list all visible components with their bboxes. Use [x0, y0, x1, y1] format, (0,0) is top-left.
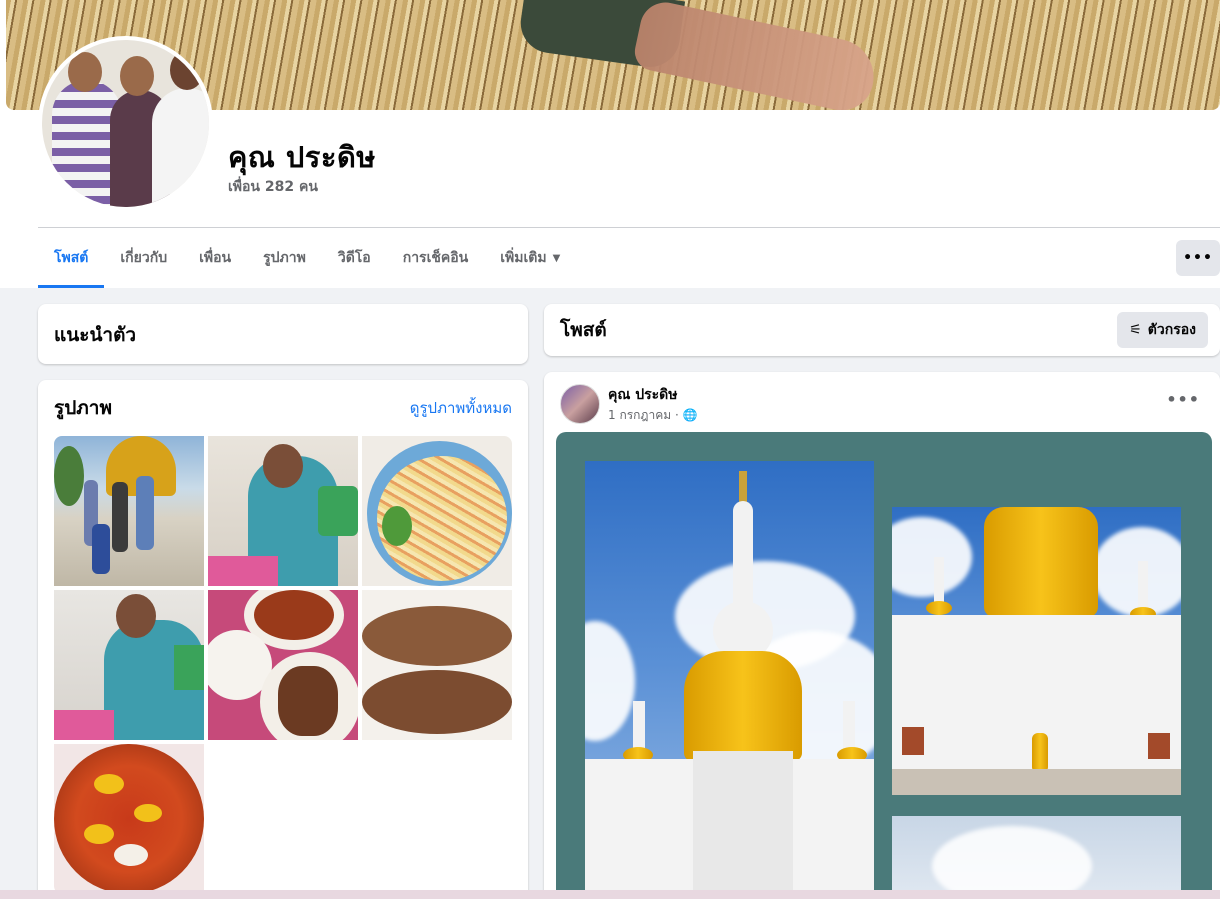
tab-label: เพื่อน [199, 250, 232, 266]
post-timestamp[interactable]: 1 กรกฎาคม · 🌐 [608, 406, 698, 425]
post-card: คุณ ประดิษ 1 กรกฎาคม · 🌐 ••• [544, 372, 1220, 899]
photo-thumbnail[interactable] [362, 590, 512, 740]
avatar-person-3 [152, 88, 209, 207]
filter-button[interactable]: ⚟ ตัวกรอง [1117, 312, 1208, 348]
tab-label: เกี่ยวกับ [120, 250, 168, 266]
tab-posts[interactable]: โพสต์ [38, 228, 105, 288]
tab-photos[interactable]: รูปภาพ [247, 228, 322, 288]
post-author-name[interactable]: คุณ ประดิษ [608, 384, 677, 406]
avatar-head-3 [170, 50, 204, 90]
photos-card: รูปภาพ ดูรูปภาพทั้งหมด [38, 380, 528, 899]
photo-thumbnail[interactable] [54, 590, 204, 740]
photo-thumbnail[interactable] [208, 590, 358, 740]
photo-thumbnail[interactable] [362, 436, 512, 586]
tab-videos[interactable]: วิดีโอ [322, 228, 387, 288]
tab-checkins[interactable]: การเช็คอิน [387, 228, 485, 288]
tab-more[interactable]: เพิ่มเติม ▼ [484, 228, 576, 288]
tab-label: วิดีโอ [337, 250, 371, 266]
profile-header: คุณ ประดิษ เพื่อน 282 คน โพสต์ เกี่ยวกับ… [0, 0, 1220, 288]
friends-count[interactable]: เพื่อน 282 คน [228, 176, 318, 198]
profile-more-button[interactable]: ••• [1176, 240, 1220, 276]
tab-label: การเช็คอิน [402, 250, 469, 266]
intro-card: แนะนำตัว [38, 304, 528, 364]
profile-avatar[interactable] [38, 36, 213, 211]
photo-grid [54, 436, 512, 894]
avatar-head-2 [120, 56, 154, 96]
posts-header-card: โพสต์ ⚟ ตัวกรอง [544, 304, 1220, 356]
tab-label: เพิ่มเติม [500, 250, 547, 266]
photos-title: รูปภาพ [54, 397, 112, 419]
posts-title: โพสต์ [560, 319, 607, 341]
intro-title: แนะนำตัว [54, 324, 137, 346]
photo-thumbnail[interactable] [54, 744, 204, 894]
chevron-down-icon: ▼ [552, 252, 561, 264]
photo-thumbnail[interactable] [54, 436, 204, 586]
post-photo-main[interactable] [585, 461, 874, 899]
bottom-edge [0, 890, 1220, 899]
post-photo-side-1[interactable] [892, 507, 1181, 795]
post-photo-side-2[interactable] [892, 816, 1181, 899]
tab-about[interactable]: เกี่ยวกับ [104, 228, 183, 288]
avatar-head-1 [68, 52, 102, 92]
post-author-avatar[interactable] [560, 384, 600, 424]
filter-label: ตัวกรอง [1147, 322, 1196, 338]
post-media[interactable] [556, 432, 1212, 899]
filter-icon: ⚟ [1129, 322, 1142, 338]
post-options-button[interactable]: ••• [1166, 390, 1200, 409]
cover-hand [631, 0, 881, 110]
tab-label: โพสต์ [54, 250, 89, 266]
photo-thumbnail[interactable] [208, 436, 358, 586]
tab-label: รูปภาพ [263, 250, 306, 266]
profile-name: คุณ ประดิษ [228, 140, 376, 174]
profile-tabs: โพสต์ เกี่ยวกับ เพื่อน รูปภาพ วิดีโอ การ… [38, 228, 576, 288]
see-all-photos-link[interactable]: ดูรูปภาพทั้งหมด [410, 396, 512, 420]
tab-friends[interactable]: เพื่อน [183, 228, 247, 288]
